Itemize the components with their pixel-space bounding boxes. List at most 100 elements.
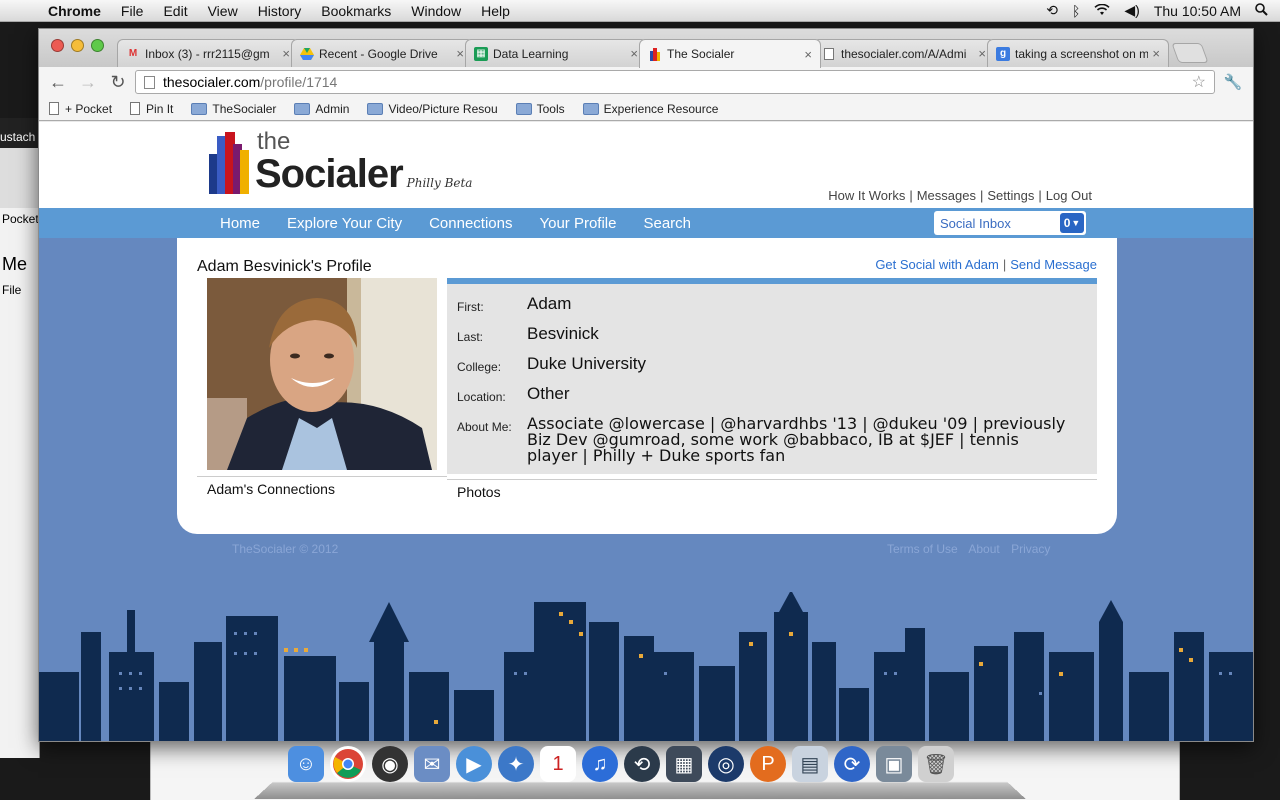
tab-strip: M Inbox (3) - rrr2115@gm × Recent - Goog…	[39, 29, 1253, 68]
trash-icon[interactable]: 🗑	[918, 746, 954, 782]
social-inbox-count[interactable]: 0 ▼	[1060, 213, 1084, 233]
tab-the-socialer[interactable]: The Socialer ×	[639, 39, 821, 68]
back-icon[interactable]: ←	[45, 70, 71, 94]
inbox-count-value: 0	[1063, 216, 1071, 230]
tab-google-search[interactable]: g taking a screenshot on m ×	[987, 39, 1169, 67]
bluetooth-icon[interactable]: ᛒ	[1072, 3, 1080, 19]
get-social-link[interactable]: Get Social with Adam	[875, 257, 999, 272]
folder-icon	[191, 102, 208, 115]
social-inbox[interactable]: Social Inbox 0 ▼	[934, 211, 1086, 235]
dock: ☺ ◉ ✉ ▶ ✦ 1 ♫ ⟲ ▦ ◎ P ▤ ⟳ ▣ 🗑	[254, 742, 1026, 800]
nav-your-profile[interactable]: Your Profile	[539, 215, 616, 232]
menu-bar: Chrome File Edit View History Bookmarks …	[0, 0, 1280, 22]
web-page: the Socialer Philly Beta How It Works | Me…	[39, 122, 1253, 741]
bookmark-folder-experience[interactable]: Experience Resource	[582, 102, 718, 116]
menu-file[interactable]: File	[111, 3, 154, 19]
about-link[interactable]: About	[968, 542, 999, 556]
bookmark-folder-tools[interactable]: Tools	[515, 101, 565, 116]
time-machine-icon[interactable]: ⟲	[1046, 2, 1058, 19]
bookmark-pocket[interactable]: + Pocket	[49, 102, 112, 116]
menu-app[interactable]: Chrome	[38, 3, 111, 19]
privacy-link[interactable]: Privacy	[1011, 542, 1050, 556]
address-bar[interactable]: thesocialer.com /profile/1714 ☆	[135, 70, 1215, 94]
menu-bookmarks[interactable]: Bookmarks	[311, 3, 401, 19]
field-college: College: Duke University	[447, 354, 1097, 374]
facetime-icon[interactable]: ▶	[456, 746, 492, 782]
mission-control-icon[interactable]: ▦	[666, 746, 702, 782]
profile-photo[interactable]	[207, 278, 437, 470]
spotlight-icon[interactable]	[1255, 2, 1268, 19]
tab-title: taking a screenshot on m	[1015, 46, 1149, 61]
footer-copyright: TheSocialer © 2012	[232, 542, 339, 556]
wrench-icon[interactable]: 🔧	[1219, 73, 1247, 91]
close-window-button[interactable]	[51, 39, 64, 52]
bookmarks-bar: + Pocket Pin It TheSocialer Admin Video/…	[39, 97, 1253, 121]
tab-title: Recent - Google Drive	[319, 46, 438, 61]
close-tab-icon[interactable]: ×	[804, 47, 812, 62]
bookmark-pin-it[interactable]: Pin It	[130, 102, 173, 116]
menu-history[interactable]: History	[248, 3, 312, 19]
clock[interactable]: Thu 10:50 AM	[1154, 3, 1241, 19]
google-icon: g	[996, 46, 1010, 61]
reload-icon[interactable]: ↻	[105, 70, 131, 94]
bookmark-label: Tools	[536, 101, 565, 116]
finder-icon[interactable]: ☺	[288, 746, 324, 782]
menu-window[interactable]: Window	[401, 3, 471, 19]
log-out-link[interactable]: Log Out	[1046, 188, 1092, 203]
field-last: Last: Besvinick	[447, 324, 1097, 344]
network-icon[interactable]: ◎	[708, 746, 744, 782]
forward-icon[interactable]: →	[75, 70, 101, 94]
field-label: Last:	[457, 330, 484, 344]
how-it-works-link[interactable]: How It Works	[828, 188, 905, 203]
powerpoint-icon[interactable]: P	[750, 746, 786, 782]
tab-admin[interactable]: thesocialer.com/A/Admi ×	[813, 39, 995, 67]
tab-gmail[interactable]: M Inbox (3) - rrr2115@gm ×	[117, 39, 299, 67]
bookmark-star-icon[interactable]: ☆	[1192, 72, 1206, 92]
logo-the: the	[257, 128, 291, 155]
nav-connections[interactable]: Connections	[429, 215, 512, 232]
calendar-icon[interactable]: 1	[540, 746, 576, 782]
nav-search[interactable]: Search	[643, 215, 691, 232]
menu-help[interactable]: Help	[471, 3, 520, 19]
itunes-icon[interactable]: ♫	[582, 746, 618, 782]
close-tab-icon[interactable]: ×	[978, 46, 986, 61]
settings-link[interactable]: Settings	[987, 188, 1034, 203]
profile-title: Adam Besvinick's Profile	[197, 258, 372, 275]
minimize-window-button[interactable]	[71, 39, 84, 52]
bookmark-folder-thesocialer[interactable]: TheSocialer	[191, 102, 276, 116]
sync-icon[interactable]: ⟳	[834, 746, 870, 782]
terms-of-use-link[interactable]: Terms of Use	[887, 542, 958, 556]
menu-edit[interactable]: Edit	[153, 3, 197, 19]
chrome-icon[interactable]	[330, 746, 366, 782]
mail-icon[interactable]: ✉	[414, 746, 450, 782]
gmail-icon: M	[128, 48, 138, 59]
nav-explore-your-city[interactable]: Explore Your City	[287, 215, 402, 232]
site-logo[interactable]: the Socialer Philly Beta	[209, 130, 472, 194]
field-value: Duke University	[527, 354, 647, 373]
wifi-icon[interactable]	[1094, 3, 1110, 19]
volume-icon[interactable]: ◀)	[1124, 2, 1139, 19]
tab-data-learning[interactable]: ▦ Data Learning ×	[465, 39, 647, 67]
menu-view[interactable]: View	[198, 3, 248, 19]
zoom-window-button[interactable]	[91, 39, 104, 52]
close-tab-icon[interactable]: ×	[282, 46, 290, 61]
bookmark-folder-admin[interactable]: Admin	[294, 102, 349, 116]
field-label: About Me:	[457, 420, 512, 434]
close-tab-icon[interactable]: ×	[456, 46, 464, 61]
send-message-link[interactable]: Send Message	[1010, 257, 1097, 272]
time-machine-icon[interactable]: ⟲	[624, 746, 660, 782]
close-tab-icon[interactable]: ×	[1152, 46, 1160, 61]
nav-home[interactable]: Home	[220, 215, 260, 232]
bookmark-folder-video-picture[interactable]: Video/Picture Resou	[367, 101, 498, 116]
new-tab-button[interactable]	[1171, 43, 1209, 63]
safari-icon[interactable]: ✦	[498, 746, 534, 782]
messages-link[interactable]: Messages	[917, 188, 976, 203]
preview-icon[interactable]: ▤	[792, 746, 828, 782]
tab-google-drive[interactable]: Recent - Google Drive ×	[291, 39, 473, 67]
page-icon	[49, 102, 59, 115]
dashboard-icon[interactable]: ◉	[372, 746, 408, 782]
photo-booth-icon[interactable]: ▣	[876, 746, 912, 782]
close-tab-icon[interactable]: ×	[630, 46, 638, 61]
tab-title: Data Learning	[493, 46, 569, 61]
bookmark-label: Video/Picture Resou	[388, 101, 498, 116]
